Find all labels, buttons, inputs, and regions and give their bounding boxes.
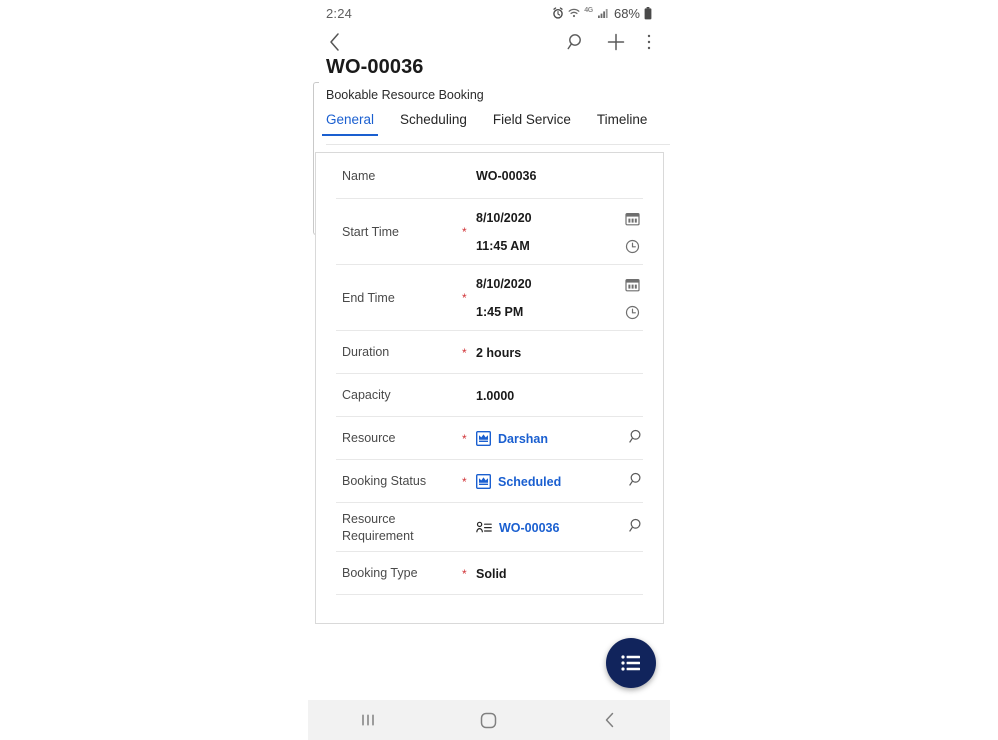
tab-general[interactable]: General <box>321 112 379 136</box>
bookable-resource-icon <box>476 431 491 446</box>
field-value-resource[interactable]: Darshan <box>476 431 628 446</box>
nav-back-button[interactable] <box>326 31 344 53</box>
bookable-resource-icon <box>476 474 491 489</box>
field-row-capacity[interactable]: Capacity 1.0000 <box>316 374 663 417</box>
more-options-icon[interactable] <box>646 32 652 52</box>
field-value-duration: 2 hours <box>476 345 522 360</box>
status-bar-time: 2:24 <box>326 5 353 21</box>
alarm-icon <box>553 7 564 19</box>
search-icon[interactable] <box>628 517 645 534</box>
field-row-duration[interactable]: Duration * 2 hours <box>316 331 663 374</box>
field-row-booking-status[interactable]: Booking Status * Scheduled <box>316 460 663 503</box>
tab-bar-divider <box>326 143 670 145</box>
fab-menu-button[interactable] <box>606 638 656 688</box>
calendar-icon[interactable] <box>625 277 640 292</box>
app-nav-bar <box>308 26 670 58</box>
field-value-start-time: 8/10/2020 11:45 AM <box>476 210 647 254</box>
field-label-booking-status: Booking Status <box>342 474 427 489</box>
field-label-capacity: Capacity <box>342 388 391 403</box>
end-time-time: 1:45 PM <box>476 305 524 319</box>
tab-scheduling[interactable]: Scheduling <box>400 112 467 136</box>
field-label-start-time: Start Time <box>342 224 399 239</box>
form-card-footer-spacer <box>316 595 663 635</box>
field-value-name: WO-00036 <box>476 169 537 183</box>
field-required-booking-type: * <box>462 566 467 581</box>
nav-search-button[interactable] <box>566 32 586 52</box>
start-time-time: 11:45 AM <box>476 239 530 253</box>
field-value-booking-type: Solid <box>476 566 507 581</box>
add-icon[interactable] <box>606 32 626 52</box>
end-time-time-line[interactable]: 1:45 PM <box>476 304 647 320</box>
home-icon[interactable] <box>480 712 497 729</box>
booking-status-lookup-button[interactable] <box>628 471 645 493</box>
network-4g-icon: 4G <box>584 6 593 14</box>
back-icon[interactable] <box>602 711 618 729</box>
end-time-date-line[interactable]: 8/10/2020 <box>476 276 647 292</box>
end-time-date: 8/10/2020 <box>476 277 532 291</box>
field-label-resource: Resource <box>342 431 396 446</box>
calendar-icon[interactable] <box>625 211 640 226</box>
signal-icon <box>597 9 608 18</box>
android-home-button[interactable] <box>454 700 524 740</box>
field-row-name[interactable]: Name WO-00036 <box>316 153 663 199</box>
resource-requirement-lookup-button[interactable] <box>628 517 645 539</box>
field-label-name: Name <box>342 168 376 183</box>
field-required-duration: * <box>462 345 467 360</box>
start-time-time-line[interactable]: 11:45 AM <box>476 238 647 254</box>
search-icon[interactable] <box>628 428 645 445</box>
field-row-resource-requirement[interactable]: Resource Requirement WO-00036 <box>316 503 663 552</box>
nav-more-button[interactable] <box>646 32 652 52</box>
resource-requirement-link[interactable]: WO-00036 <box>499 521 628 535</box>
field-value-end-time: 8/10/2020 1:45 PM <box>476 276 647 320</box>
field-value-resource-requirement[interactable]: WO-00036 <box>476 521 628 535</box>
page-title: WO-00036 <box>326 56 424 78</box>
nav-add-button[interactable] <box>606 32 626 52</box>
wifi-icon <box>568 8 580 18</box>
field-required-booking-status: * <box>462 474 467 489</box>
tab-bar: General Scheduling Field Service Timelin… <box>321 112 670 144</box>
list-menu-icon[interactable] <box>621 655 641 671</box>
resource-requirement-icon <box>476 521 492 532</box>
field-label-booking-type: Booking Type <box>342 566 418 581</box>
search-icon[interactable] <box>566 32 586 52</box>
clock-icon[interactable] <box>625 239 640 254</box>
booking-status-link[interactable]: Scheduled <box>498 475 628 489</box>
field-row-booking-type[interactable]: Booking Type * Solid <box>316 552 663 595</box>
resource-lookup-button[interactable] <box>628 428 645 450</box>
resource-link[interactable]: Darshan <box>498 432 628 446</box>
clock-icon[interactable] <box>625 305 640 320</box>
start-time-date: 8/10/2020 <box>476 211 532 225</box>
android-recents-button[interactable] <box>333 700 403 740</box>
start-time-date-line[interactable]: 8/10/2020 <box>476 210 647 226</box>
recents-icon[interactable] <box>360 712 376 728</box>
status-bar: 2:24 4G 68% <box>308 0 670 26</box>
field-label-end-time: End Time <box>342 290 395 305</box>
field-required-end-time: * <box>462 291 467 305</box>
search-icon[interactable] <box>628 471 645 488</box>
back-icon[interactable] <box>326 31 344 53</box>
battery-percent: 68% <box>613 5 640 21</box>
battery-icon <box>644 6 652 19</box>
page-subtitle: Bookable Resource Booking <box>326 88 484 102</box>
android-back-button[interactable] <box>575 700 645 740</box>
field-label-duration: Duration <box>342 345 390 360</box>
field-required-resource: * <box>462 431 467 446</box>
field-label-resource-requirement: Resource Requirement <box>342 511 414 543</box>
status-bar-indicators: 4G 68% <box>552 6 652 21</box>
android-nav-bar <box>308 700 670 740</box>
field-row-start-time[interactable]: Start Time * 8/10/2020 11:45 AM <box>316 199 663 265</box>
nav-actions <box>566 32 652 52</box>
tab-field-service[interactable]: Field Service <box>493 112 571 136</box>
form-card: Name WO-00036 Start Time * 8/10/2020 11:… <box>315 152 664 624</box>
field-value-capacity: 1.0000 <box>476 388 515 403</box>
field-row-resource[interactable]: Resource * Darshan <box>316 417 663 460</box>
tab-timeline[interactable]: Timeline <box>597 112 648 136</box>
field-required-start-time: * <box>462 225 467 239</box>
field-value-booking-status[interactable]: Scheduled <box>476 474 628 489</box>
phone-screen: 2:24 4G 68% WO-00036 Bookable Resource B… <box>308 0 670 740</box>
field-row-end-time[interactable]: End Time * 8/10/2020 1:45 PM <box>316 265 663 331</box>
